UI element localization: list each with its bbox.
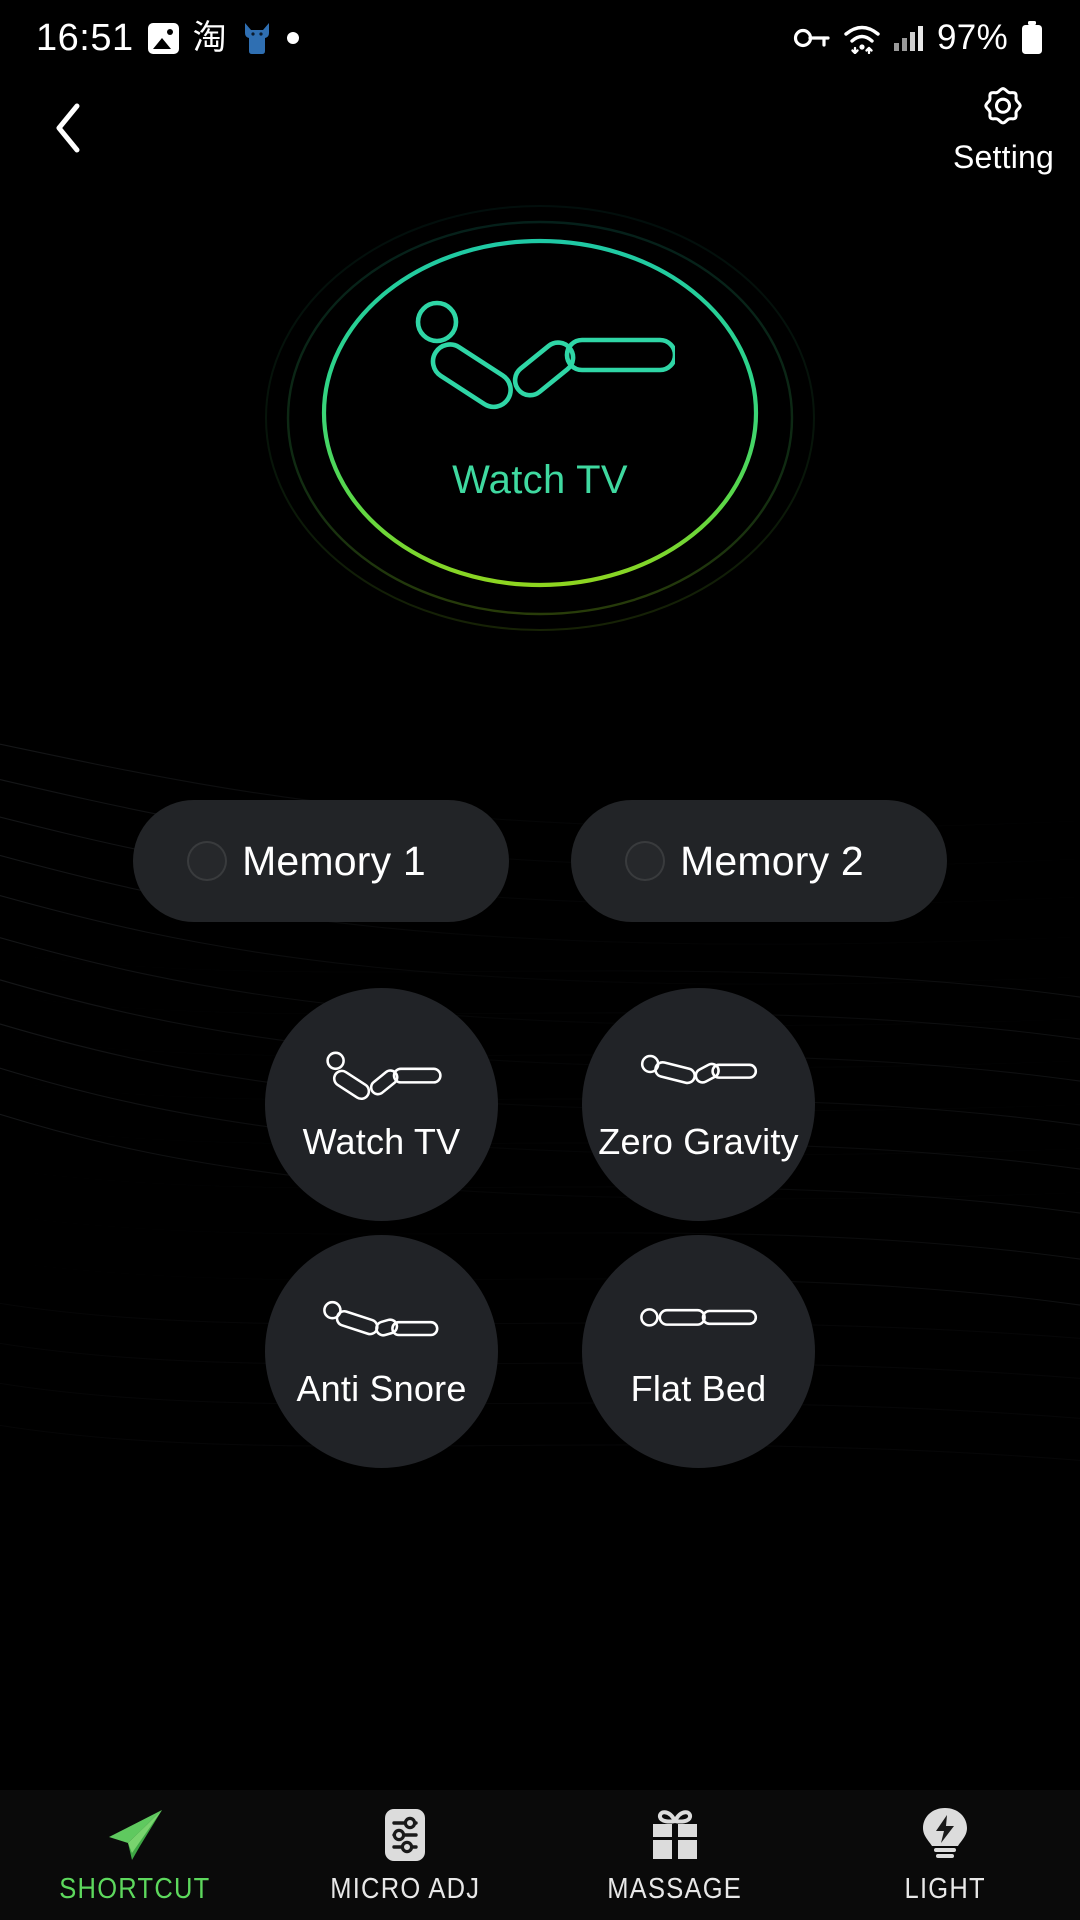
battery-full-icon: [1022, 21, 1042, 54]
bed-watch-tv-icon: [322, 1047, 442, 1105]
nav-item-shortcut-label: SHORTCUT: [59, 1872, 211, 1905]
paper-plane-icon: [104, 1805, 166, 1863]
nav-item-micro-adj[interactable]: MICRO ADJ: [270, 1805, 540, 1906]
gift-icon: [647, 1805, 703, 1863]
preset-watch-tv[interactable]: Watch TV: [265, 988, 498, 1221]
app-root: 16:51 淘 97% Setting Watch TV Memory 1 Me…: [0, 0, 1080, 1920]
bed-flat-icon: [639, 1294, 759, 1352]
nav-item-light-label: LIGHT: [904, 1872, 986, 1905]
taobao-icon: 淘: [192, 18, 227, 58]
nav-item-micro-adj-label: MICRO ADJ: [329, 1872, 481, 1905]
preset-zero-gravity-label: Zero Gravity: [598, 1120, 799, 1162]
battery-percent-label: 97%: [937, 18, 1008, 57]
nav-item-light[interactable]: LIGHT: [810, 1805, 1080, 1906]
vpn-key-icon: [793, 28, 830, 48]
setting-label: Setting: [952, 139, 1054, 175]
circle-knob-icon: [187, 841, 227, 881]
preset-row-bottom: Anti Snore Flat Bed: [265, 1235, 815, 1468]
chevron-left-icon: [56, 103, 80, 153]
dial-mode-label: Watch TV: [452, 458, 628, 502]
preset-row-top: Watch TV Zero Gravity: [265, 988, 815, 1221]
cat-icon: [244, 23, 269, 54]
bed-watch-tv-icon: [415, 300, 675, 410]
nav-item-massage-label: MASSAGE: [607, 1872, 743, 1905]
nav-item-shortcut[interactable]: SHORTCUT: [0, 1805, 270, 1906]
bottom-navigation: SHORTCUT MICRO ADJ MASSAGE LIGHT: [0, 1790, 1080, 1920]
setting-button[interactable]: Setting: [953, 81, 1054, 176]
circle-knob-icon: [625, 841, 665, 881]
preset-flat-bed-label: Flat Bed: [630, 1367, 767, 1409]
preset-anti-snore[interactable]: Anti Snore: [265, 1235, 498, 1468]
preset-flat-bed[interactable]: Flat Bed: [582, 1235, 815, 1468]
preset-zero-gravity[interactable]: Zero Gravity: [582, 988, 815, 1221]
memory-buttons-row: Memory 1 Memory 2: [0, 800, 1080, 922]
gear-icon: [984, 87, 1023, 125]
bed-anti-snore-icon: [322, 1294, 442, 1352]
status-bar: 16:51 淘 97%: [0, 0, 1080, 76]
main-mode-dial[interactable]: Watch TV: [260, 200, 820, 640]
bulb-icon: [919, 1805, 971, 1863]
back-button[interactable]: [34, 94, 102, 162]
dot-icon: [286, 32, 299, 44]
photo-icon: [147, 22, 179, 54]
memory-button-1[interactable]: Memory 1: [133, 800, 509, 922]
bed-zero-gravity-icon: [639, 1047, 759, 1105]
status-bar-clock: 16:51: [36, 16, 134, 59]
sliders-icon: [377, 1805, 433, 1863]
app-header: Setting: [0, 76, 1080, 186]
status-bar-right: 97%: [793, 18, 1044, 58]
nav-item-massage[interactable]: MASSAGE: [540, 1805, 810, 1906]
dial-rings: [265, 205, 815, 631]
preset-watch-tv-label: Watch TV: [302, 1120, 461, 1162]
preset-grid: Watch TV Zero Gravity Anti Snore Flat Be…: [0, 988, 1080, 1468]
cellular-signal-icon: [894, 26, 924, 51]
status-bar-left: 16:51 淘: [36, 17, 299, 60]
preset-anti-snore-label: Anti Snore: [296, 1367, 467, 1409]
wifi-icon: [844, 25, 880, 54]
memory-button-2[interactable]: Memory 2: [571, 800, 947, 922]
